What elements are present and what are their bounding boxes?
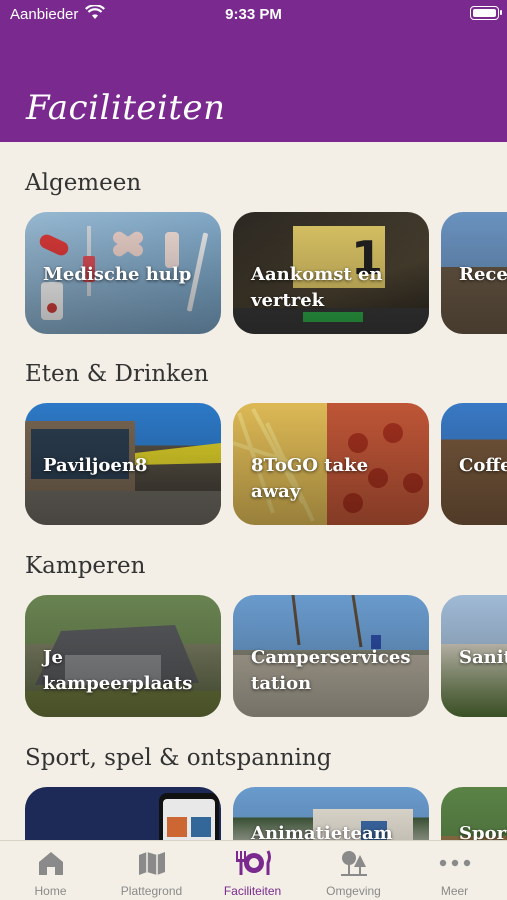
tab-omgeving[interactable]: Omgeving [303, 841, 404, 900]
tab-label: Faciliteiten [223, 884, 282, 898]
card-label: Medische hulp [43, 264, 192, 285]
card-receptie[interactable]: Recep [441, 212, 507, 334]
card-row[interactable]: Je kampeerplaats Camperservices tation S… [25, 595, 507, 717]
card-kampeerplaats[interactable]: Je kampeerplaats [25, 595, 221, 717]
tab-label: Omgeving [326, 884, 381, 898]
facilities-list[interactable]: Algemeen Medische hulp Aankomst en vertr… [0, 142, 507, 840]
top-header: Aanbieder 9:33 PM Faciliteiten [0, 0, 507, 142]
card-row[interactable]: Medische hulp 1 Aankomst en vertrek Rece… [25, 212, 507, 334]
page-title: Faciliteiten [26, 88, 226, 128]
section-title: Sport, spel & ontspanning [25, 745, 332, 771]
battery-icon [470, 6, 502, 20]
card-label: 8ToGO take away [251, 455, 369, 502]
card-label: Sanit wass [459, 647, 507, 668]
tab-home[interactable]: Home [0, 841, 101, 900]
tab-label: Home [34, 884, 67, 898]
tab-faciliteiten[interactable]: Faciliteiten [202, 841, 303, 900]
section-title: Kamperen [25, 553, 146, 579]
card-label: Recep [459, 264, 507, 285]
card-app-promo[interactable] [25, 787, 221, 840]
card-label: Camperservices tation [251, 647, 411, 694]
map-icon [101, 849, 202, 877]
card-camperservicestation[interactable]: Camperservices tation [233, 595, 429, 717]
more-dots-icon [404, 849, 505, 877]
card-medische-hulp[interactable]: Medische hulp [25, 212, 221, 334]
status-time: 9:33 PM [225, 6, 282, 23]
card-label: Sport [459, 823, 507, 840]
card-sanitair[interactable]: Sanit wass [441, 595, 507, 717]
tab-label: Plattegrond [120, 884, 183, 898]
card-label: Paviljoen8 [43, 455, 148, 476]
card-paviljoen8[interactable]: Paviljoen8 [25, 403, 221, 525]
card-aankomst-vertrek[interactable]: 1 Aankomst en vertrek [233, 212, 429, 334]
card-label: Aankomst en vertrek [251, 264, 383, 311]
card-animatieteam[interactable]: Animatieteam [233, 787, 429, 840]
card-row[interactable]: Paviljoen8 8ToGO take away Coffe [25, 403, 507, 525]
phone-image [159, 793, 219, 840]
card-sport[interactable]: Sport [441, 787, 507, 840]
card-label: Animatieteam [251, 823, 393, 840]
card-row[interactable]: Animatieteam Sport [25, 787, 507, 840]
house-icon [0, 849, 101, 877]
trees-icon [303, 849, 404, 877]
card-coffee[interactable]: Coffe [441, 403, 507, 525]
section-title: Eten & Drinken [25, 361, 209, 387]
status-bar: Aanbieder 9:33 PM [0, 0, 507, 30]
card-8togo[interactable]: 8ToGO take away [233, 403, 429, 525]
card-label: Coffe [459, 455, 507, 476]
tab-label: Meer [440, 884, 469, 898]
tab-plattegrond[interactable]: Plattegrond [101, 841, 202, 900]
section-title: Algemeen [25, 170, 142, 196]
tab-meer[interactable]: Meer [404, 841, 505, 900]
cutlery-plate-icon [202, 849, 303, 877]
card-label: Je kampeerplaats [43, 647, 193, 694]
tab-bar: Home Plattegrond Faciliteiten Omgeving M… [0, 840, 507, 900]
